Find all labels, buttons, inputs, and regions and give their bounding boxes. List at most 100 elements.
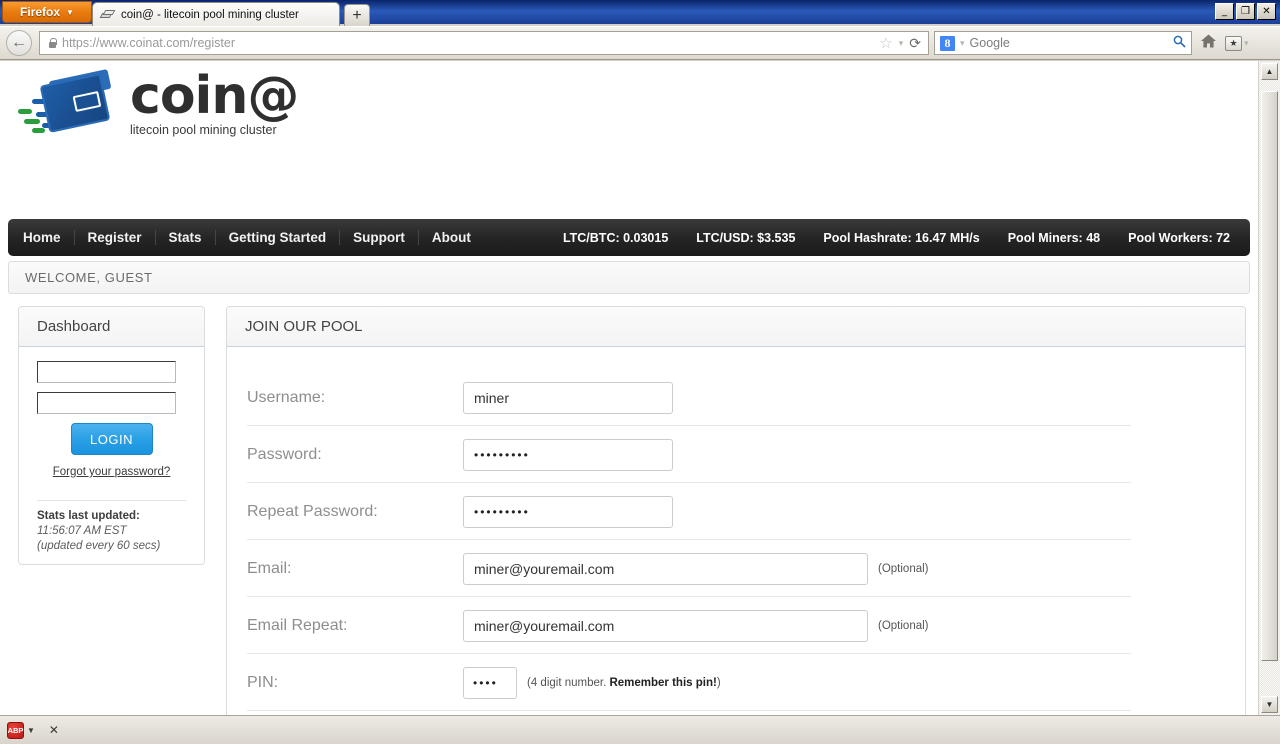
panel-title: JOIN OUR POOL (227, 307, 1245, 347)
login-password-input[interactable] (37, 392, 176, 414)
page-viewport: coin@ litecoin pool mining cluster Home … (0, 61, 1280, 715)
site-logo-wordmark: coin@ (130, 66, 299, 127)
divider (37, 500, 186, 501)
stats-updated-time: 11:56:07 AM EST (37, 525, 127, 537)
stat-ltc-btc: LTC/BTC: 0.03015 (562, 230, 669, 245)
search-input[interactable]: Google (970, 36, 1010, 50)
registration-form: Username: miner Password: ••••••••• Repe… (227, 347, 1245, 715)
password-label: Password: (227, 446, 463, 464)
forgot-password-link[interactable]: Forgot your password? (37, 466, 186, 478)
nav-item-home[interactable]: Home (8, 230, 75, 245)
welcome-bar: WELCOME, GUEST (8, 261, 1250, 294)
dashboard-sidebar: Dashboard LOGIN Forgot your password? St… (18, 306, 205, 565)
chevron-down-icon[interactable]: ▾ (899, 38, 904, 49)
wallet-card-logo-icon (16, 68, 120, 139)
browser-tab[interactable]: coin@ - litecoin pool mining cluster (92, 2, 340, 27)
form-row-email-repeat: Email Repeat: miner@youremail.com (Optio… (227, 597, 1245, 654)
stat-ltc-usd: LTC/USD: $3.535 (696, 230, 796, 245)
username-input[interactable]: miner (463, 381, 673, 414)
lock-icon (48, 37, 57, 49)
nav-item-about[interactable]: About (419, 230, 484, 245)
web-page: coin@ litecoin pool mining cluster Home … (0, 61, 1258, 715)
home-button[interactable] (1197, 33, 1220, 54)
minimize-button[interactable]: _ (1215, 3, 1234, 20)
browser-toolbar: ← https://www.coinat.com/register ☆ ▾ ⟳ … (0, 26, 1280, 60)
stats-updated-label: Stats last updated: (37, 510, 140, 522)
site-logo-text: coin@ litecoin pool mining cluster (130, 66, 299, 139)
form-row-email: Email: miner@youremail.com (Optional) (227, 540, 1245, 597)
nav-item-register[interactable]: Register (75, 230, 156, 245)
bookmarks-button[interactable]: ★ ▾ (1225, 35, 1253, 51)
search-icon[interactable] (1173, 35, 1186, 51)
site-logo[interactable]: coin@ litecoin pool mining cluster (16, 66, 299, 139)
coin-stack-favicon-icon (99, 9, 116, 21)
chevron-down-icon[interactable]: ▾ (960, 38, 965, 49)
pin-hint-bold: Remember this pin! (609, 676, 717, 689)
chevron-down-icon: ▾ (1244, 37, 1249, 48)
adblock-plus-icon: ABP (7, 721, 24, 739)
scroll-up-button[interactable]: ▲ (1261, 63, 1278, 80)
addon-bar: ABP ▼ ✕ (0, 715, 1280, 744)
email-repeat-label: Email Repeat: (227, 617, 463, 635)
stats-update-interval: (updated every 60 secs) (37, 540, 161, 552)
bookmarks-star-icon: ★ (1225, 35, 1242, 51)
new-tab-button[interactable]: + (344, 4, 370, 26)
chevron-down-icon: ▼ (66, 7, 74, 17)
dashboard-title: Dashboard (19, 307, 204, 347)
page-scrollbar[interactable]: ▲ ▼ (1258, 61, 1280, 715)
chevron-down-icon: ▼ (27, 725, 35, 735)
stat-pool-workers: Pool Workers: 72 (1128, 230, 1230, 245)
form-row-password: Password: ••••••••• (227, 426, 1245, 483)
pin-label: PIN: (227, 674, 463, 692)
address-bar-url: https://www.coinat.com/register (62, 36, 235, 50)
username-label: Username: (227, 389, 463, 407)
window-controls: _ ❐ ✕ (1215, 3, 1276, 20)
browser-tab-title: coin@ - litecoin pool mining cluster (121, 9, 299, 21)
tab-strip: Firefox ▼ coin@ - litecoin pool mining c… (0, 0, 1210, 27)
repeat-password-label: Repeat Password: (227, 503, 463, 521)
firefox-menu-label: Firefox (20, 5, 61, 19)
welcome-text: WELCOME, GUEST (25, 270, 153, 285)
scroll-down-button[interactable]: ▼ (1261, 696, 1278, 713)
adblock-plus-button[interactable]: ABP ▼ (7, 721, 35, 739)
site-navigation: Home Register Stats Getting Started Supp… (8, 219, 1250, 256)
close-button[interactable]: ✕ (1257, 3, 1276, 20)
close-icon[interactable]: ✕ (49, 723, 59, 737)
pin-hint: (4 digit number. Remember this pin!) (527, 677, 721, 689)
form-row-repeat-password: Repeat Password: ••••••••• (227, 483, 1245, 540)
pin-hint-prefix: (4 digit number. (527, 676, 610, 689)
pool-stats-bar: LTC/BTC: 0.03015 LTC/USD: $3.535 Pool Ha… (549, 231, 1250, 245)
form-row-username: Username: miner (227, 369, 1245, 426)
site-logo-tagline: litecoin pool mining cluster (130, 123, 277, 137)
registration-panel: JOIN OUR POOL Username: miner Password: … (226, 306, 1246, 715)
search-bar[interactable]: 8 ▾ Google (934, 31, 1192, 55)
firefox-menu-button[interactable]: Firefox ▼ (2, 1, 92, 23)
restore-button[interactable]: ❐ (1236, 3, 1255, 20)
nav-item-getting-started[interactable]: Getting Started (216, 230, 341, 245)
site-header: coin@ litecoin pool mining cluster (0, 61, 1258, 158)
reload-icon[interactable]: ⟳ (909, 35, 921, 52)
google-icon: 8 (940, 35, 955, 51)
email-input[interactable]: miner@youremail.com (463, 552, 868, 585)
address-bar-actions: ☆ ▾ ⟳ (879, 35, 924, 52)
login-button[interactable]: LOGIN (70, 423, 153, 455)
pin-input[interactable]: •••• (463, 666, 517, 699)
email-optional-note: (Optional) (878, 562, 929, 575)
email-label: Email: (227, 560, 463, 578)
login-form: LOGIN Forgot your password? Stats last u… (19, 347, 204, 564)
nav-item-support[interactable]: Support (340, 230, 419, 245)
nav-item-stats[interactable]: Stats (156, 230, 216, 245)
stat-pool-hashrate: Pool Hashrate: 16.47 MH/s (823, 230, 980, 245)
pin-hint-suffix: ) (716, 676, 721, 689)
stat-pool-miners: Pool Miners: 48 (1007, 230, 1101, 245)
email-repeat-input[interactable]: miner@youremail.com (463, 609, 868, 642)
login-username-input[interactable] (37, 361, 176, 383)
email-repeat-optional-note: (Optional) (878, 619, 929, 632)
form-row-pin: PIN: •••• (4 digit number. Remember this… (227, 654, 1245, 711)
address-bar[interactable]: https://www.coinat.com/register ☆ ▾ ⟳ (39, 31, 929, 55)
password-input[interactable]: ••••••••• (463, 438, 673, 471)
scrollbar-thumb[interactable] (1261, 91, 1278, 661)
bookmark-star-icon[interactable]: ☆ (879, 36, 892, 51)
repeat-password-input[interactable]: ••••••••• (463, 495, 673, 528)
back-button[interactable]: ← (6, 30, 32, 56)
